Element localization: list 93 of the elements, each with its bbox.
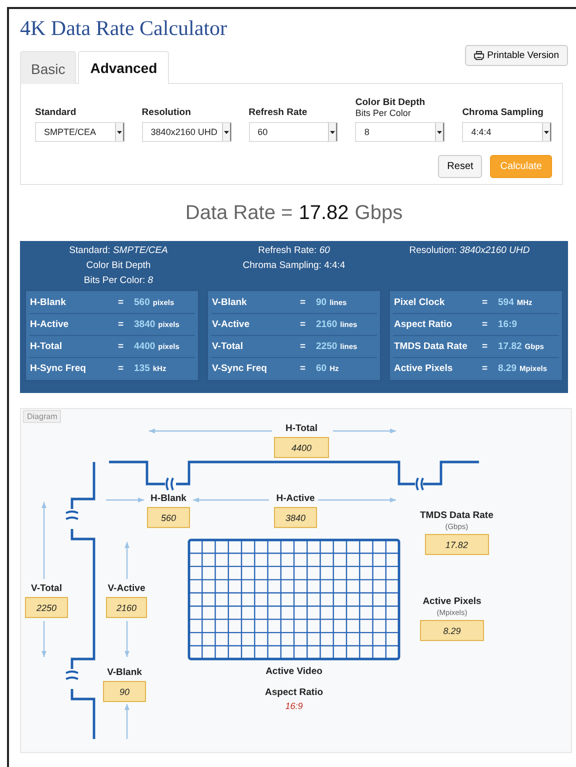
result-label: H-Blank bbox=[29, 297, 67, 308]
measure-label: H-Active bbox=[276, 493, 315, 504]
equals-sign: = bbox=[300, 319, 307, 330]
result-value: 17.82 bbox=[498, 341, 522, 352]
field-label: Chroma Sampling bbox=[462, 107, 544, 118]
result-label: TMDS Data Rate bbox=[393, 341, 468, 352]
field-sublabel: Bits Per Color bbox=[355, 108, 412, 118]
tab[interactable]: Advanced bbox=[78, 51, 170, 84]
measure-value: 3840 bbox=[274, 507, 317, 528]
dropdown[interactable]: 4:4:4 bbox=[462, 122, 552, 142]
data-rate-unit: Gbps bbox=[354, 202, 403, 225]
measure-label: V-Active bbox=[108, 583, 146, 594]
result-label: H-Sync Freq bbox=[29, 363, 87, 374]
measure-label: V-Blank bbox=[107, 667, 142, 678]
caret-icon bbox=[328, 123, 338, 141]
dimension-arrow bbox=[124, 542, 130, 579]
measure-label: V-Total bbox=[31, 583, 62, 594]
data-rate-label: Data Rate = bbox=[185, 202, 293, 225]
result-value: 90 bbox=[316, 297, 327, 308]
dropdown[interactable]: SMPTE/CEA bbox=[35, 122, 125, 142]
dimension-arrow bbox=[42, 621, 46, 657]
printer-icon bbox=[474, 51, 484, 60]
result-label: V-Blank bbox=[211, 297, 248, 308]
measure-value: 8.29 bbox=[420, 620, 484, 641]
result-value: 135 bbox=[134, 363, 150, 374]
result-value: 60 bbox=[316, 363, 327, 374]
dimension-arrow bbox=[333, 428, 396, 434]
field-label: Resolution bbox=[142, 107, 192, 118]
measure-label: Active Pixels bbox=[422, 596, 482, 607]
equals-sign: = bbox=[300, 363, 307, 374]
equals-sign: = bbox=[300, 297, 307, 308]
aspect-label: Aspect Ratio bbox=[264, 687, 324, 698]
data-rate-value: 17.82 bbox=[298, 202, 349, 225]
equals-sign: = bbox=[118, 297, 125, 308]
caret-icon bbox=[435, 123, 444, 141]
equals-sign: = bbox=[118, 363, 125, 374]
measure-value: 90 bbox=[103, 681, 146, 702]
summary-text: Color Bit Depth bbox=[86, 261, 151, 270]
result-label: V-Active bbox=[211, 319, 250, 330]
result-value: 2250 bbox=[316, 341, 338, 352]
result-value: 3840 bbox=[134, 319, 156, 330]
dimension-arrow bbox=[124, 704, 130, 739]
field-label: Color Bit Depth bbox=[355, 97, 426, 108]
equals-sign: = bbox=[482, 297, 489, 308]
measure-label: H-Blank bbox=[150, 493, 186, 504]
summary-text: Bits Per Color: 8 bbox=[84, 276, 154, 285]
result-label: V-Sync Freq bbox=[211, 363, 268, 374]
caret-icon bbox=[222, 123, 231, 141]
equals-sign: = bbox=[482, 319, 489, 330]
diagram-label: Diagram bbox=[23, 410, 62, 423]
caret-icon bbox=[542, 123, 551, 141]
reset-button[interactable]: Reset bbox=[438, 155, 482, 178]
caret-icon bbox=[114, 123, 124, 141]
summary-text: Resolution: 3840x2160 UHD bbox=[409, 246, 530, 255]
field-label: Refresh Rate bbox=[248, 107, 308, 118]
result-value: 2160 bbox=[316, 319, 338, 330]
result-label: H-Active bbox=[29, 319, 70, 330]
dimension-arrow bbox=[124, 621, 130, 657]
result-label: Aspect Ratio bbox=[393, 319, 454, 330]
summary-text: Refresh Rate: 60 bbox=[258, 246, 330, 255]
equals-sign: = bbox=[118, 319, 125, 330]
aspect-value: 16:9 bbox=[285, 701, 303, 711]
measure-value: 560 bbox=[147, 507, 190, 528]
measure-value: 4400 bbox=[274, 437, 329, 458]
result-value: 594 bbox=[498, 297, 514, 308]
result-label: Active Pixels bbox=[393, 363, 454, 374]
measure-label: TMDS Data Rate bbox=[420, 510, 494, 521]
result-label: Pixel Clock bbox=[393, 297, 446, 308]
measure-value: 17.82 bbox=[424, 534, 489, 555]
summary-text: Chroma Sampling: 4:4:4 bbox=[242, 261, 346, 270]
dropdown[interactable]: 8 bbox=[355, 122, 446, 142]
video-label: Active Video bbox=[266, 666, 322, 677]
measure-label: H-Total bbox=[285, 423, 318, 434]
result-value: 560 bbox=[134, 297, 150, 308]
dimension-arrow bbox=[106, 498, 144, 502]
result-label: V-Total bbox=[211, 341, 244, 352]
field-label: Standard bbox=[35, 107, 78, 118]
dropdown[interactable]: 3840x2160 UHD bbox=[142, 122, 232, 142]
summary-text: Standard: SMPTE/CEA bbox=[69, 246, 168, 255]
printable-version-button[interactable]: Printable Version bbox=[465, 45, 568, 66]
equals-sign: = bbox=[482, 363, 489, 374]
result-value: 8.29 bbox=[498, 363, 516, 374]
measure-value: 2250 bbox=[25, 597, 68, 618]
result-label: H-Total bbox=[29, 341, 64, 352]
tab[interactable]: Basic bbox=[20, 51, 76, 84]
equals-sign: = bbox=[482, 341, 489, 352]
dropdown[interactable]: 60 bbox=[248, 122, 338, 142]
result-value: 4400 bbox=[134, 341, 156, 352]
page-title: 4K Data Rate Calculator bbox=[20, 16, 228, 40]
equals-sign: = bbox=[300, 341, 307, 352]
result-value: 16:9 bbox=[498, 319, 518, 330]
measure-value: 2160 bbox=[106, 597, 147, 618]
equals-sign: = bbox=[118, 341, 125, 352]
